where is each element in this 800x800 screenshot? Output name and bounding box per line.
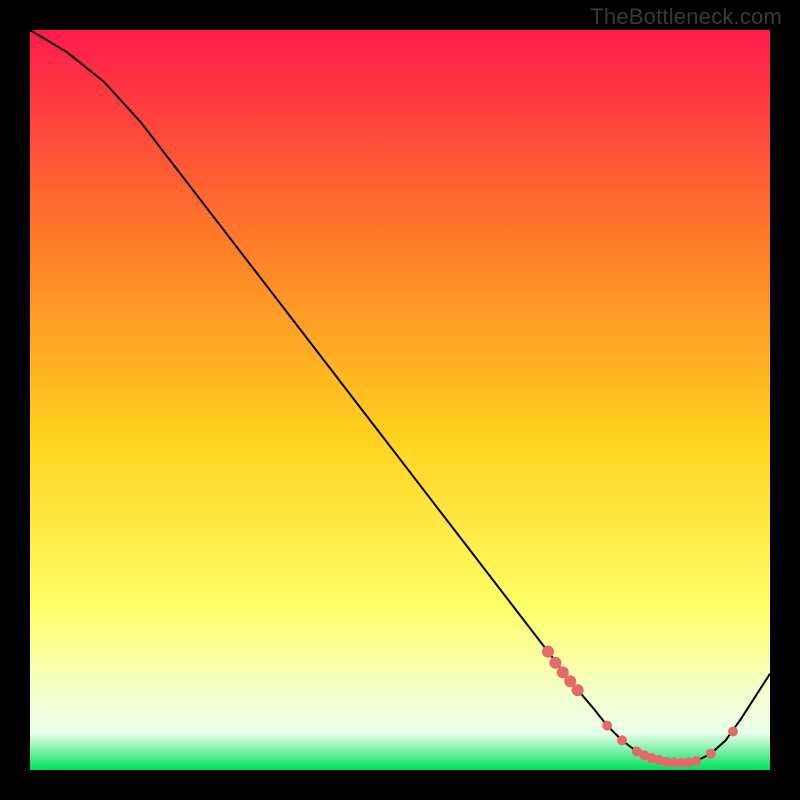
watermark-text: TheBottleneck.com [590, 4, 782, 30]
curve-marker [728, 727, 738, 737]
curve-marker [542, 646, 554, 658]
gradient-background [30, 30, 770, 770]
curve-marker [602, 721, 612, 731]
chart-svg [30, 30, 770, 770]
curve-marker [572, 684, 584, 696]
curve-marker [617, 735, 627, 745]
chart-frame: TheBottleneck.com [0, 0, 800, 800]
curve-marker [691, 756, 701, 766]
curve-marker [549, 657, 561, 669]
plot-area [30, 30, 770, 770]
curve-marker [706, 749, 716, 759]
